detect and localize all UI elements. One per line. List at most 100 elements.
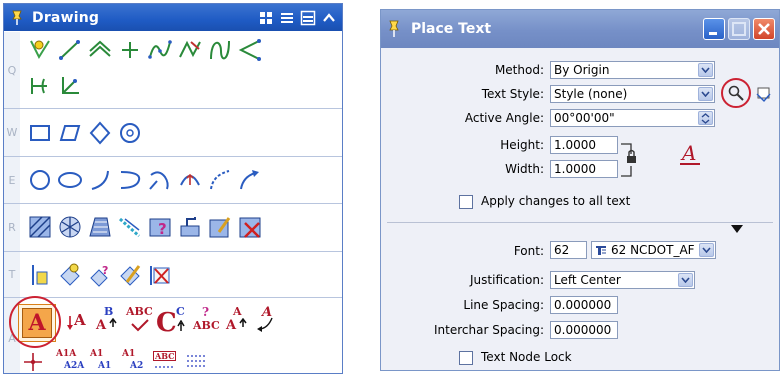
row-label-w: W — [4, 109, 20, 156]
copy-enter-data-field-tool-icon[interactable]: A1 A1 — [86, 348, 114, 373]
method-select[interactable]: By Origin — [550, 61, 715, 79]
place-text-dialog: Place Text Method: By Origin Text Style:… — [380, 9, 780, 371]
grid-view-icon[interactable] — [258, 10, 274, 26]
method-label: Method: — [494, 63, 544, 77]
chevron-down-icon — [699, 243, 714, 257]
place-note-tool-icon[interactable]: A — [252, 306, 280, 334]
tool-row-r: R ? — [4, 204, 342, 252]
minimize-icon — [709, 32, 717, 35]
tool-row-a: A A A B A ABC C C ? ABC A A A A1A A2A A1… — [4, 296, 342, 373]
pin-icon — [389, 20, 399, 37]
place-regular-polygon-tool-icon[interactable] — [116, 119, 144, 147]
place-ellipse-tool-icon[interactable] — [56, 166, 84, 194]
construct-bisector-tool-icon[interactable] — [56, 72, 84, 100]
place-point-tool-icon[interactable] — [116, 36, 144, 64]
collapse-up-icon[interactable] — [321, 10, 337, 26]
fill-enter-data-fields-tool-icon[interactable]: ABC — [150, 348, 178, 373]
edit-text-tool-icon[interactable]: A — [62, 308, 90, 336]
expand-section-icon[interactable] — [731, 225, 743, 233]
text-underline-icon[interactable]: A — [678, 141, 704, 167]
match-pattern-attributes-tool-icon[interactable] — [176, 213, 204, 241]
active-angle-label: Active Angle: — [464, 111, 544, 125]
aspect-lock-icon[interactable] — [621, 140, 651, 180]
place-smartline-tool-icon[interactable] — [26, 36, 54, 64]
chevron-down-icon — [698, 87, 713, 101]
width-field[interactable]: 1.0000 — [550, 160, 618, 178]
place-circle-tool-icon[interactable] — [26, 166, 54, 194]
tool-row-e: E — [4, 157, 342, 204]
justification-label: Justification: — [470, 273, 544, 287]
place-orthogonal-shape-tool-icon[interactable] — [86, 119, 114, 147]
delete-pattern-edit-tool-icon[interactable] — [206, 213, 234, 241]
tool-row-w: W — [4, 109, 342, 157]
close-button[interactable] — [753, 18, 775, 40]
text-style-select[interactable]: Style (none) — [550, 85, 715, 103]
increment-text-tool-icon[interactable]: A1A A2A — [50, 348, 84, 373]
place-arc-tool-icon[interactable] — [86, 166, 114, 194]
delete-pattern-tool-icon[interactable] — [236, 213, 264, 241]
active-angle-field[interactable]: 00°00'00" — [550, 109, 715, 127]
panel-view-icon[interactable] — [300, 10, 316, 26]
match-text-attributes-tool-icon[interactable]: A A — [224, 306, 252, 334]
review-tags-tool-icon[interactable]: ? — [86, 261, 114, 289]
copy-increment-enter-data-field-tool-icon[interactable]: A1 A2 — [118, 348, 146, 373]
spell-checker-tool-icon[interactable]: ABC — [124, 306, 158, 334]
drawing-titlebar[interactable]: Drawing — [4, 4, 342, 31]
interchar-spacing-field[interactable]: 0.000000 — [550, 321, 618, 339]
construct-line-tool-icon[interactable] — [176, 36, 204, 64]
text-node-lock-checkbox[interactable] — [459, 351, 473, 365]
add-tags-tool-icon[interactable] — [56, 261, 84, 289]
height-field[interactable]: 1.0000 — [550, 136, 618, 154]
copy-increment-text-tool-icon[interactable]: B A — [94, 306, 122, 334]
interchar-spacing-label: Interchar Spacing: — [434, 323, 544, 337]
modify-arc-radius-tool-icon[interactable] — [176, 166, 204, 194]
width-label: Width: — [505, 162, 544, 176]
construct-perpendicular-tool-icon[interactable] — [26, 72, 54, 100]
font-select[interactable]: 62 NCDOT_AF — [591, 241, 716, 259]
section-divider — [387, 222, 773, 223]
create-region-tool-icon[interactable] — [26, 261, 54, 289]
edit-tags-tool-icon[interactable] — [116, 261, 144, 289]
place-text-node-tool-icon[interactable] — [18, 348, 48, 373]
place-block-tool-icon[interactable] — [26, 119, 54, 147]
modify-arc-axis-tool-icon[interactable] — [236, 166, 264, 194]
place-quarter-ellipse-tool-icon[interactable] — [146, 166, 174, 194]
spinner-icon[interactable] — [698, 111, 713, 125]
line-spacing-field[interactable]: 0.000000 — [550, 296, 618, 314]
show-pattern-attributes-tool-icon[interactable]: ? — [146, 213, 174, 241]
drawing-toolbox: Drawing Q W E R ? T ? A A A B A ABC C C … — [3, 3, 343, 374]
chevron-down-icon — [678, 273, 693, 287]
minimize-button[interactable] — [703, 18, 725, 40]
line-spacing-label: Line Spacing: — [463, 298, 544, 312]
text-node-lock-label: Text Node Lock — [481, 350, 572, 364]
pattern-area-tool-icon[interactable] — [86, 213, 114, 241]
text-style-options-icon[interactable] — [755, 85, 773, 103]
delete-tags-tool-icon[interactable] — [146, 261, 174, 289]
edit-enter-data-fields-tool-icon[interactable] — [182, 348, 210, 373]
hatch-area-tool-icon[interactable] — [26, 213, 54, 241]
display-text-attributes-tool-icon[interactable]: ? ABC — [192, 306, 222, 334]
place-shape-tool-icon[interactable] — [56, 119, 84, 147]
maximize-button[interactable] — [728, 18, 750, 40]
change-text-attributes-tool-icon[interactable]: C C — [156, 306, 190, 336]
construct-angle-tool-icon[interactable] — [236, 36, 264, 64]
modify-arc-angle-tool-icon[interactable] — [206, 166, 234, 194]
pin-icon — [12, 10, 22, 25]
place-line-tool-icon[interactable] — [56, 36, 84, 64]
row-label-r: R — [4, 204, 20, 251]
font-number-field[interactable]: 62 — [550, 241, 587, 259]
apply-changes-label: Apply changes to all text — [481, 194, 631, 208]
place-curve-tool-icon[interactable] — [206, 36, 234, 64]
close-icon — [758, 23, 770, 35]
place-stream-curve-tool-icon[interactable] — [146, 36, 174, 64]
place-half-ellipse-tool-icon[interactable] — [116, 166, 144, 194]
crosshatch-area-tool-icon[interactable] — [56, 213, 84, 241]
font-type-icon — [596, 246, 606, 255]
linear-pattern-tool-icon[interactable] — [116, 213, 144, 241]
justification-select[interactable]: Left Center — [550, 271, 695, 289]
magnifier-icon[interactable] — [727, 84, 745, 102]
place-multiline-tool-icon[interactable] — [86, 36, 114, 64]
apply-changes-checkbox[interactable] — [459, 195, 473, 209]
place-text-titlebar[interactable]: Place Text — [381, 10, 779, 48]
list-view-icon[interactable] — [279, 10, 295, 26]
